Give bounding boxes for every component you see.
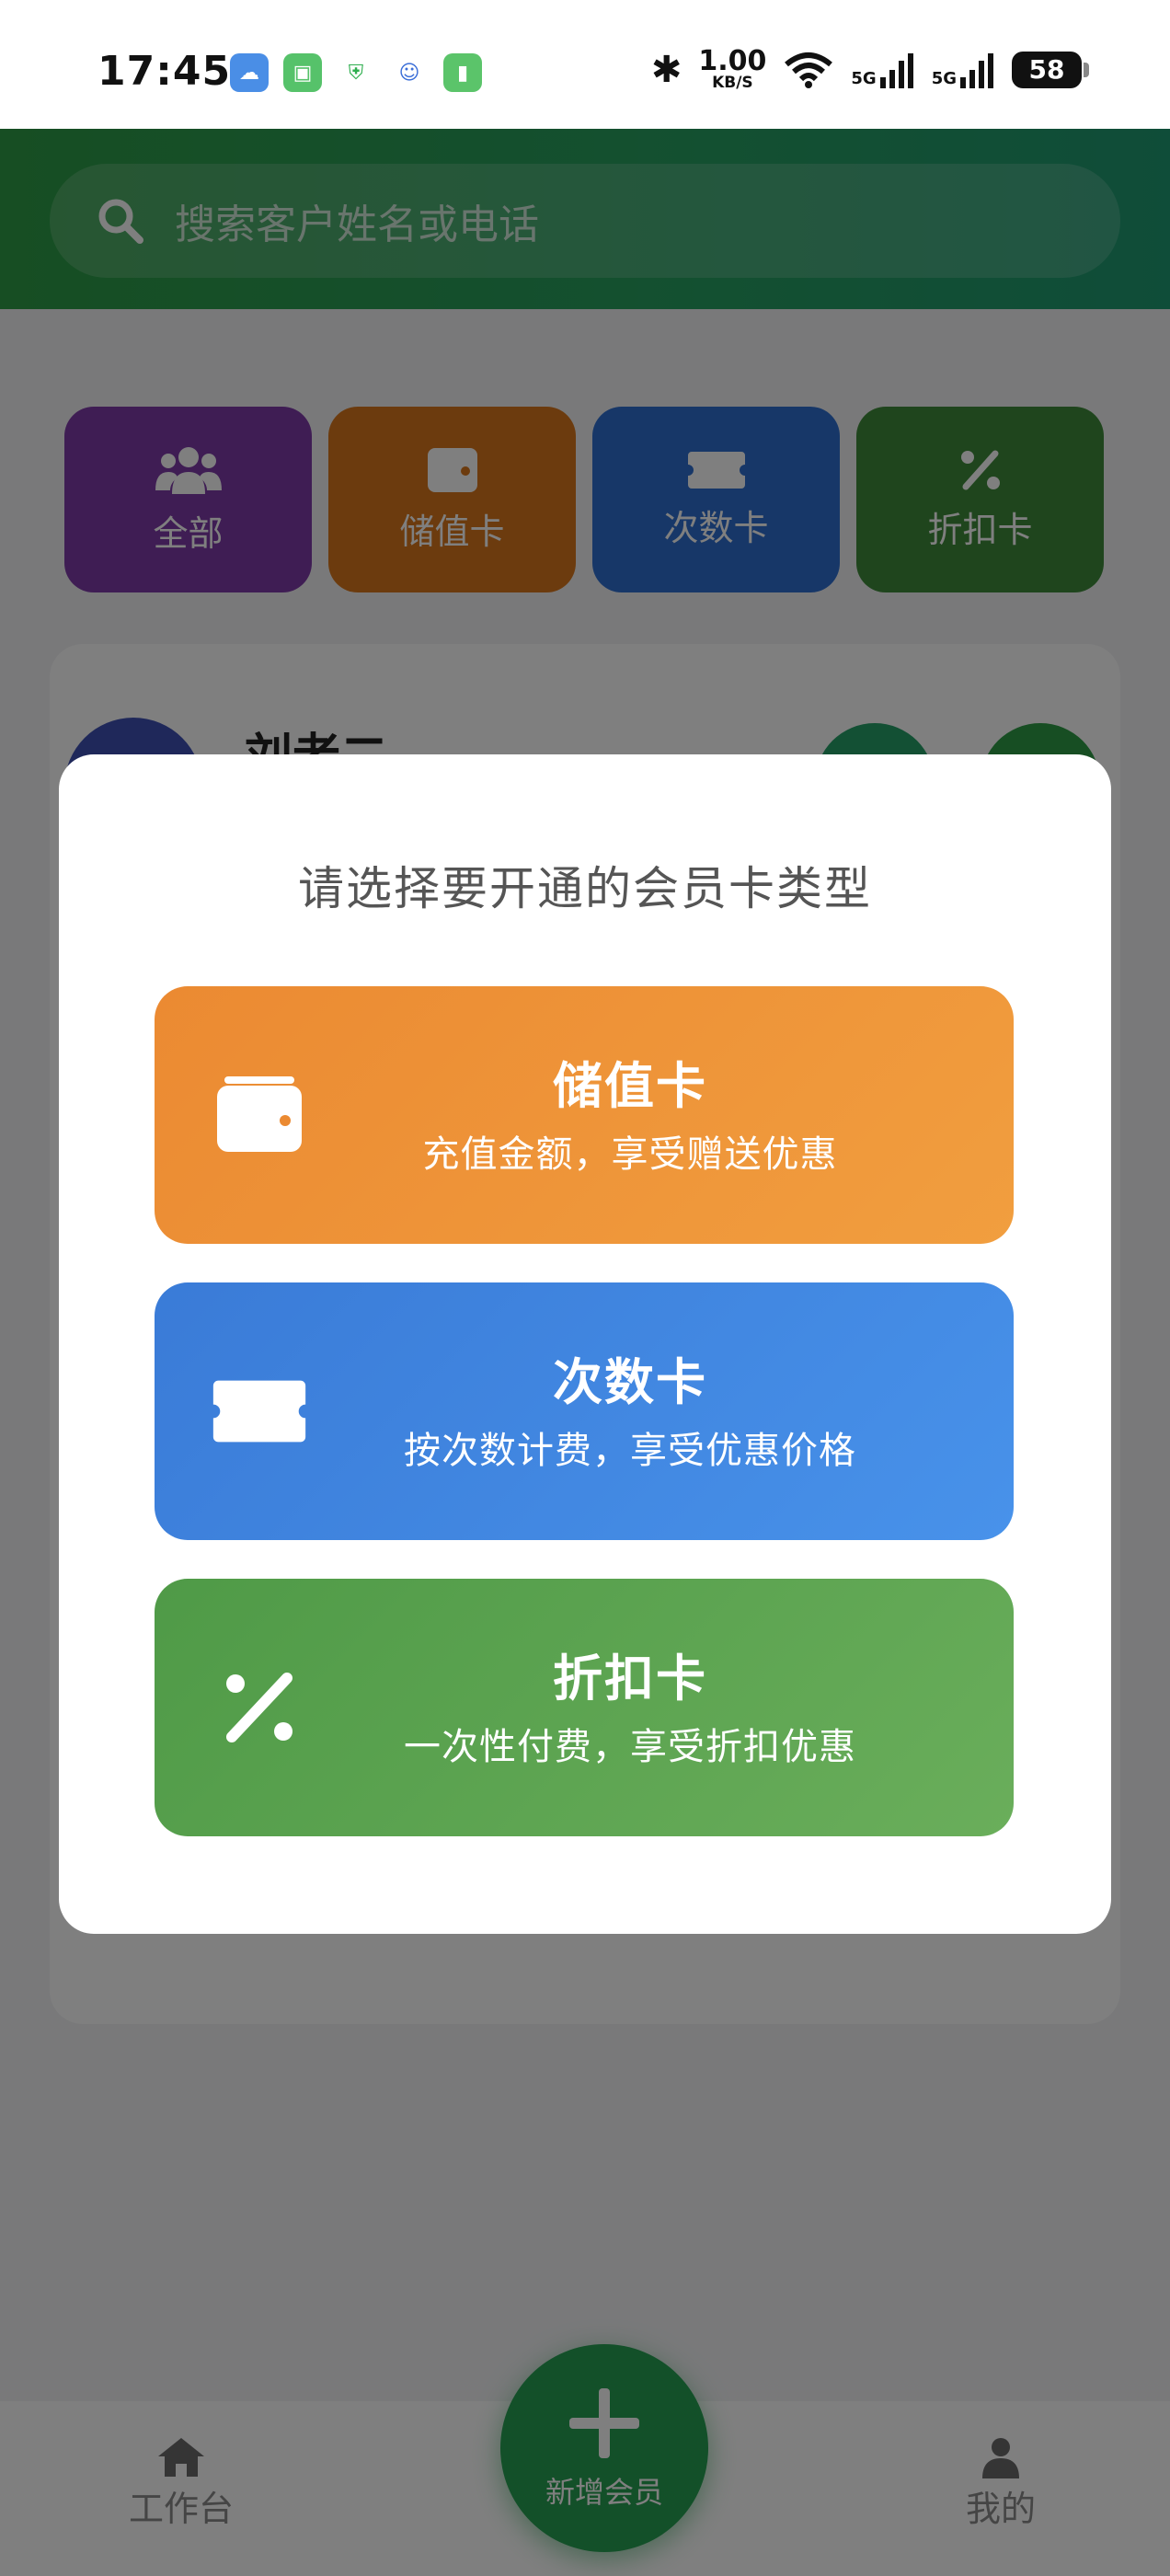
card-type-dialog: 请选择要开通的会员卡类型 储值卡 充值金额，享受赠送优惠 次数卡 按次数计费，享… <box>59 754 1111 1934</box>
battery-saver-icon: ▮ <box>443 53 482 92</box>
notification-icons: ☁ ▣ ⛨ ☺ ▮ <box>230 53 482 92</box>
option-desc: 充值金额，享受赠送优惠 <box>422 1133 838 1176</box>
signal-5g-icon: 5G <box>851 52 914 88</box>
wallet-icon <box>212 1069 307 1161</box>
status-time: 17:45 <box>98 48 232 95</box>
battery-icon: 58 <box>1012 51 1089 88</box>
option-title: 次数卡 <box>553 1353 707 1411</box>
option-stored-value-card[interactable]: 储值卡 充值金额，享受赠送优惠 <box>155 986 1014 1244</box>
ticket-icon <box>212 1365 307 1457</box>
percent-icon <box>212 1662 307 1754</box>
option-title: 储值卡 <box>553 1057 707 1115</box>
option-desc: 按次数计费，享受优惠价格 <box>404 1430 856 1472</box>
security-shield-icon: ⛨ <box>337 53 375 92</box>
bluetooth-icon: ✱ <box>650 48 682 91</box>
robot-app-icon: ☺ <box>390 53 429 92</box>
gallery-app-icon: ▣ <box>283 53 322 92</box>
status-bar: 17:45 ☁ ▣ ⛨ ☺ ▮ ✱ 1.00 KB/S 5G 5G 58 <box>0 0 1170 129</box>
weather-app-icon: ☁ <box>230 53 269 92</box>
option-times-card[interactable]: 次数卡 按次数计费，享受优惠价格 <box>155 1282 1014 1540</box>
option-desc: 一次性付费，享受折扣优惠 <box>404 1726 856 1768</box>
network-speed: 1.00 KB/S <box>698 45 767 92</box>
option-title: 折扣卡 <box>553 1650 707 1708</box>
dialog-title: 请选择要开通的会员卡类型 <box>298 862 872 915</box>
system-indicators: ✱ 1.00 KB/S 5G 5G 58 <box>650 45 1089 92</box>
signal-5g-icon-2: 5G <box>932 52 995 88</box>
option-discount-card[interactable]: 折扣卡 一次性付费，享受折扣优惠 <box>155 1579 1014 1836</box>
wifi-icon <box>785 52 833 88</box>
